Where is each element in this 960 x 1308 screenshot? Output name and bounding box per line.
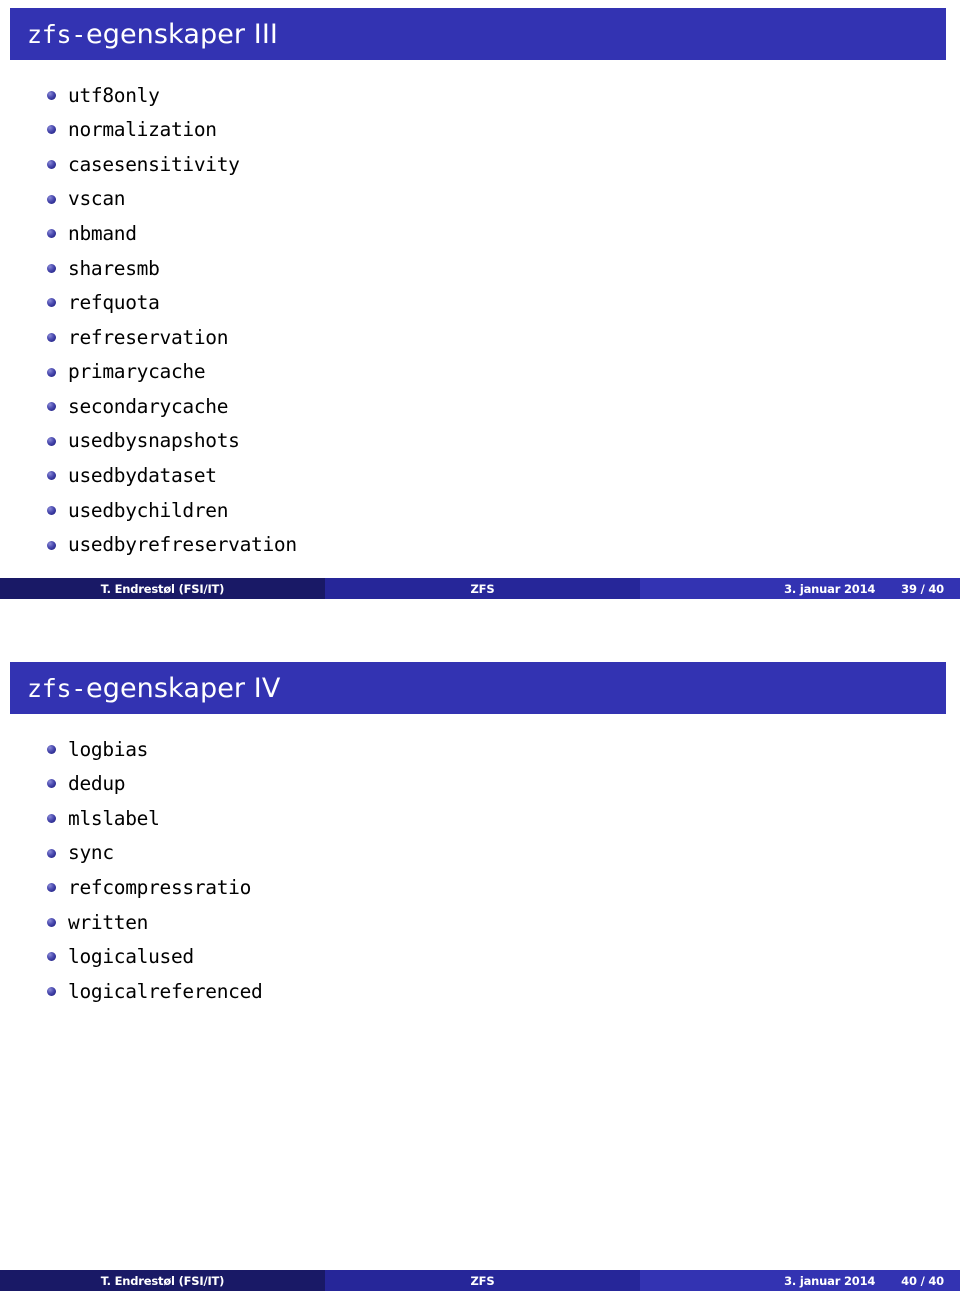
list-item: nbmand [0,216,960,251]
list-item-label: dedup [68,772,126,796]
footer-date-segment: 3. januar 2014 40 / 40 [640,1270,960,1291]
list-item-label: usedbydataset [68,464,217,488]
slide-1-title: zfs-egenskaper III [10,19,278,50]
list-item-label: sync [68,841,114,865]
slide-1-title-suffix: egenskaper III [86,18,278,50]
list-item-label: nbmand [68,221,137,245]
bullet-dot-icon [47,540,56,550]
footer-date-segment: 3. januar 2014 39 / 40 [640,578,960,599]
slide-2-title-prefix: zfs- [27,673,87,703]
bullet-dot-icon [47,917,56,927]
list-item: usedbydataset [0,459,960,494]
footer-author-text: T. Endrestøl (FSI/IT) [100,1273,225,1288]
list-item: logicalreferenced [0,974,960,1009]
list-item-label: logicalreferenced [68,979,263,1003]
slide-2-bullet-list: logbias dedup mlslabel sync refcompressratio… [0,732,960,1009]
bullet-dot-icon [47,986,56,996]
list-item: usedbyrefreservation [0,528,960,563]
list-item: primarycache [0,355,960,390]
bullet-dot-icon [47,332,56,342]
footer-page-number: 40 / 40 [901,1273,944,1288]
bullet-dot-icon [47,90,56,100]
list-item: utf8only [0,78,960,113]
list-item: logbias [0,732,960,767]
list-item: mlslabel [0,801,960,836]
bullet-dot-icon [47,436,56,446]
list-item-label: vscan [68,187,126,211]
list-item-label: utf8only [68,83,160,107]
footer-title-text: ZFS [470,1273,495,1288]
list-item: sync [0,836,960,871]
list-item-label: normalization [68,118,217,142]
bullet-dot-icon [47,367,56,377]
footer-date-text: 3. januar 2014 [784,581,876,596]
footer-author-segment: T. Endrestøl (FSI/IT) [0,578,325,599]
list-item: sharesmb [0,251,960,286]
footer-author-text: T. Endrestøl (FSI/IT) [100,581,225,596]
list-item-label: written [68,910,149,934]
bullet-dot-icon [47,744,56,754]
list-item: normalization [0,113,960,148]
list-item-label: sharesmb [68,256,160,280]
list-item-label: secondarycache [68,394,229,418]
slide-2-title-suffix: egenskaper IV [86,672,281,704]
list-item-label: logicalused [68,945,194,969]
footer-title-segment: ZFS [325,578,640,599]
slide-2-title: zfs-egenskaper IV [10,673,280,704]
list-item-label: refquota [68,291,160,315]
footer-page-number: 39 / 40 [901,581,944,596]
list-item-label: primarycache [68,360,206,384]
bullet-dot-icon [47,883,56,893]
slide-1-footer: T. Endrestøl (FSI/IT) ZFS 3. januar 2014… [0,578,960,599]
slide-1-title-prefix: zfs- [27,19,87,49]
bullet-dot-icon [47,194,56,204]
bullet-dot-icon [47,813,56,823]
bullet-dot-icon [47,505,56,515]
list-item-label: usedbysnapshots [68,429,240,453]
bullet-dot-icon [47,471,56,481]
footer-title-text: ZFS [470,581,495,596]
list-item: written [0,905,960,940]
slide-2: zfs-egenskaper IV logbias dedup mlslabel sy… [0,654,960,1308]
list-item-label: usedbychildren [68,498,229,522]
list-item: logicalused [0,940,960,975]
bullet-dot-icon [47,402,56,412]
footer-author-segment: T. Endrestøl (FSI/IT) [0,1270,325,1291]
list-item-label: usedbyrefreservation [68,533,297,557]
slide-2-title-bar: zfs-egenskaper IV [10,662,946,714]
bullet-dot-icon [47,779,56,789]
bullet-dot-icon [47,229,56,239]
footer-title-segment: ZFS [325,1270,640,1291]
footer-date-text: 3. januar 2014 [784,1273,876,1288]
bullet-dot-icon [47,952,56,962]
bullet-dot-icon [47,125,56,135]
bullet-dot-icon [47,263,56,273]
list-item: casesensitivity [0,147,960,182]
bullet-dot-icon [47,298,56,308]
list-item-label: refcompressratio [68,875,252,899]
list-item: vscan [0,182,960,217]
bullet-dot-icon [47,159,56,169]
slide-2-footer: T. Endrestøl (FSI/IT) ZFS 3. januar 2014… [0,1270,960,1291]
slide-1: zfs-egenskaper III utf8only normalization… [0,0,960,654]
slide-1-bullet-list: utf8only normalization casesensitivity vsca… [0,78,960,562]
list-item-label: casesensitivity [68,152,240,176]
list-item-label: mlslabel [68,806,160,830]
list-item: refreservation [0,320,960,355]
slide-1-title-bar: zfs-egenskaper III [10,8,946,60]
list-item: secondarycache [0,389,960,424]
list-item: refquota [0,286,960,321]
list-item: dedup [0,767,960,802]
bullet-dot-icon [47,848,56,858]
list-item-label: logbias [68,737,149,761]
list-item: usedbychildren [0,493,960,528]
list-item: usedbysnapshots [0,424,960,459]
list-item: refcompressratio [0,870,960,905]
list-item-label: refreservation [68,325,229,349]
